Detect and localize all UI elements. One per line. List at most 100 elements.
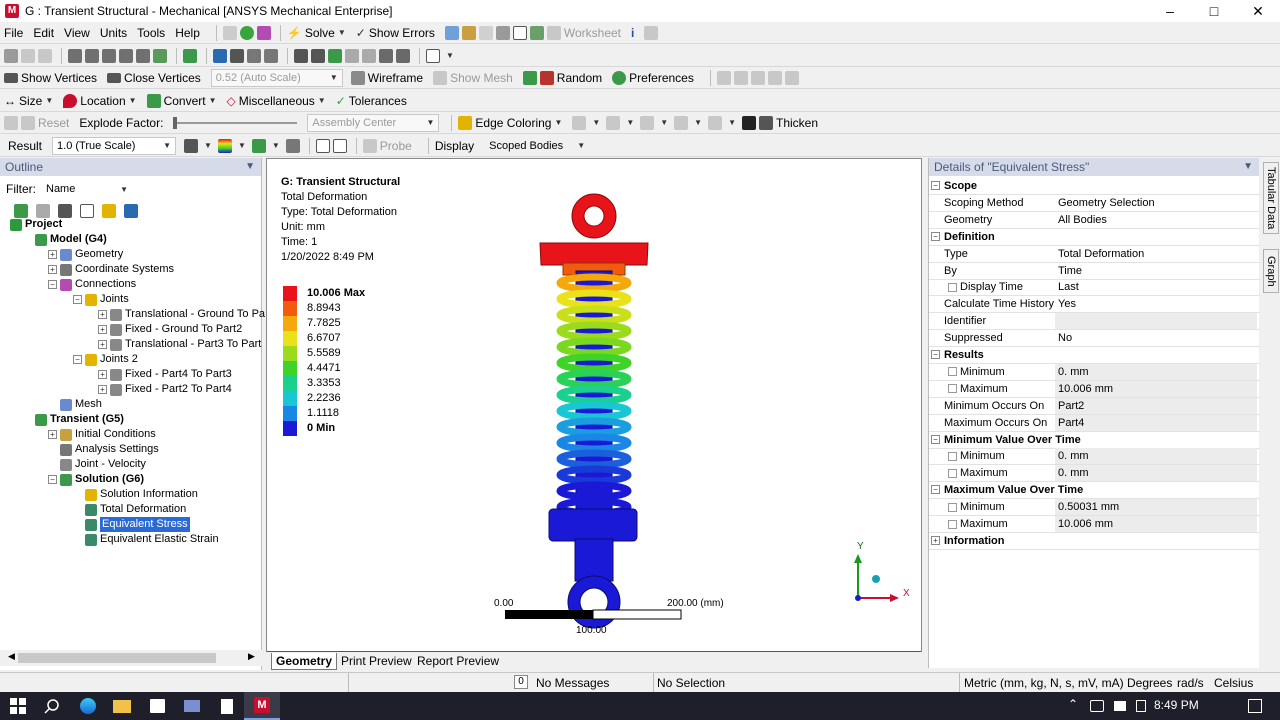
extend-icon[interactable] [183,48,197,63]
details-row[interactable]: Type Total Deformation [929,246,1260,263]
image-export-icon[interactable] [529,25,544,40]
information-icon[interactable]: i [631,26,634,40]
tree-expander[interactable]: − [48,475,57,484]
assembly-icon[interactable] [522,70,537,85]
zoom-fit-icon[interactable] [294,48,308,63]
details-row[interactable]: Minimum 0. mm [929,448,1260,466]
taskbar-clock[interactable]: 8:49 PM [1154,698,1199,712]
property-value[interactable]: 10.006 mm [1055,380,1257,397]
edge-direction-icon[interactable] [716,70,731,85]
property-value[interactable]: 0. mm [1055,465,1257,482]
edges-display-icon[interactable] [251,138,266,153]
tree-expander[interactable]: + [98,385,107,394]
tree-item-model[interactable]: Model (G4) [35,232,107,247]
details-section[interactable]: − Results [929,347,1260,364]
tree-item-joint[interactable]: Fixed - Part2 To Part4 [110,382,232,397]
notepad-button[interactable] [209,692,245,720]
report-icon[interactable] [461,25,476,40]
tree-item-solution[interactable]: Solution (G6) [60,472,144,487]
tree-expander[interactable]: + [48,265,57,274]
display-scope-select[interactable]: Scoped Bodies ▼ [484,137,590,155]
tab-print-preview[interactable]: Print Preview [337,653,416,670]
details-row[interactable]: Geometry All Bodies [929,212,1260,229]
tree-expander[interactable]: + [98,310,107,319]
tree-item-result[interactable]: Equivalent Stress [85,517,190,532]
tree-item-joint[interactable]: Fixed - Part4 To Part3 [110,367,232,382]
details-row[interactable]: Maximum 10.006 mm [929,516,1260,533]
property-value[interactable]: Last [1055,279,1257,295]
tree-item-connections[interactable]: Connections [60,277,136,292]
parameter-checkbox[interactable] [948,519,957,529]
explode-icon[interactable] [4,115,18,130]
solve-button[interactable]: ⚡ Solve ▼ [287,26,346,40]
property-value[interactable]: Total Deformation [1055,246,1257,262]
edge-display-icon[interactable] [708,115,723,130]
explode-factor-slider[interactable] [173,116,298,130]
geometry-display-icon[interactable] [184,138,199,153]
horizontal-scrollbar[interactable]: ◀ ▶ [0,650,262,666]
edge-display-icon[interactable] [606,115,621,130]
previous-view-icon[interactable] [379,48,393,63]
edge-select-icon[interactable] [102,48,116,63]
edge-display-icon[interactable] [640,115,655,130]
section-expander[interactable]: + [931,535,940,545]
file-explorer-button[interactable] [104,692,140,720]
menu-units[interactable]: Units [100,26,127,40]
tag-icon[interactable] [644,25,659,40]
scroll-left-icon[interactable]: ◀ [8,651,15,662]
reset-button[interactable]: Reset [21,115,69,130]
edge-browser-button[interactable] [70,692,106,720]
details-row[interactable]: Minimum 0.50031 mm [929,499,1260,517]
show-vertices-button[interactable]: Show Vertices [4,71,97,85]
app-button[interactable] [174,692,210,720]
tree-expander[interactable]: + [98,325,107,334]
parameter-checkbox[interactable] [948,367,957,377]
details-row[interactable]: Minimum 0. mm [929,363,1260,381]
property-value[interactable]: 0. mm [1055,448,1257,465]
viewport-layout-icon[interactable] [426,48,440,63]
cursor-mode-icon[interactable] [68,48,82,63]
property-value[interactable]: Part4 [1055,414,1257,431]
slider-thumb[interactable] [173,116,178,129]
result-scale-select[interactable]: 1.0 (True Scale) ▼ [52,136,177,155]
min-label-icon[interactable] [332,138,347,153]
tree-item-analysis[interactable]: Transient (G5) [35,412,124,427]
tolerances-button[interactable]: ✓ Tolerances [336,94,407,108]
box-zoom-icon[interactable] [264,48,278,63]
tree-expander[interactable]: + [98,340,107,349]
network-icon[interactable] [1114,701,1126,711]
details-row[interactable]: Maximum 0. mm [929,465,1260,483]
details-section[interactable]: − Scope [929,178,1260,195]
edge-display-icon[interactable] [572,115,587,130]
tree-item-joints[interactable]: Joints [85,292,129,307]
property-value[interactable]: Time [1055,263,1257,279]
property-value[interactable]: 0. mm [1055,363,1257,380]
graph-tab[interactable]: Graph [1263,249,1279,293]
details-row[interactable]: Calculate Time History Yes [929,296,1260,314]
maximize-button[interactable]: □ [1192,0,1236,22]
property-value[interactable]: 10.006 mm [1055,516,1257,532]
tree-navigate-icon[interactable] [256,25,271,40]
angle-unit[interactable]: Degrees [1127,676,1172,690]
zoom-in-icon[interactable] [328,48,342,63]
zoom-out-icon[interactable] [345,48,359,63]
tree-expander[interactable]: + [98,370,107,379]
parameter-checkbox[interactable] [948,384,957,394]
scroll-right-icon[interactable]: ▶ [248,651,255,662]
location-button[interactable]: Location ▼ [63,93,137,108]
people-icon[interactable] [1090,700,1104,712]
details-row[interactable]: Minimum Occurs On Part2 [929,397,1260,415]
tree-expander[interactable]: − [73,295,82,304]
unit-system[interactable]: Metric (mm, kg, N, s, mV, mA) [964,676,1124,690]
details-row[interactable]: Identifier [929,313,1260,331]
start-button[interactable] [0,692,36,720]
node-select-icon[interactable] [153,48,167,63]
details-row[interactable]: Scoping Method Geometry Selection [929,195,1260,212]
property-value[interactable]: Geometry Selection [1055,195,1257,211]
show-errors-button[interactable]: ✓ Show Errors [356,26,435,40]
property-value[interactable] [1055,313,1257,330]
mesh-icon[interactable] [495,25,510,40]
edge-display-icon[interactable] [674,115,689,130]
details-section[interactable]: − Maximum Value Over Time [929,482,1260,500]
show-hidden-icons-icon[interactable]: ⌃ [1068,697,1078,711]
